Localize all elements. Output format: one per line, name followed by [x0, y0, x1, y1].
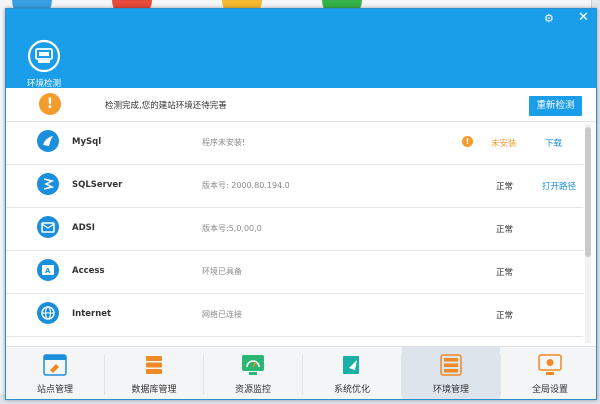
- row-status: 正常: [496, 182, 514, 192]
- row-status: 正常: [496, 225, 514, 235]
- scrollbar-thumb[interactable]: [585, 127, 591, 257]
- nav-system-optimize[interactable]: 系统优化: [303, 347, 401, 399]
- row-name: SQLServer: [72, 180, 123, 190]
- dolphin-icon: [37, 130, 59, 152]
- nav-label: 站点管理: [36, 385, 73, 395]
- env-check-icon: [27, 39, 61, 73]
- app-window: ⚙ ✕ 环境检测 ! 检测完成,您的建站环境还待完善 重新检测 MySql 程序…: [5, 8, 597, 400]
- svg-text:A: A: [45, 267, 51, 275]
- nav-site-manage[interactable]: 站点管理: [6, 347, 104, 399]
- row-desc: 版本号:5,0,00,0: [202, 224, 262, 233]
- list-item: SQLServer 版本号: 2000.80.194.0 正常 打开路径: [6, 165, 583, 208]
- row-name: Internet: [72, 309, 112, 319]
- database-manage-icon: [142, 354, 166, 376]
- adsi-icon: [37, 216, 59, 238]
- list-item: Internet 网络已连接 正常: [6, 294, 583, 337]
- globe-icon: [37, 302, 59, 324]
- recheck-button[interactable]: 重新检测: [529, 96, 582, 116]
- status-bar: ! 检测完成,您的建站环境还待完善 重新检测: [6, 88, 596, 122]
- row-desc: 程序未安装!: [202, 138, 246, 147]
- list-item: MySql 程序未安装! ! 未安装 下载: [6, 122, 583, 165]
- warning-icon: !: [39, 93, 61, 115]
- nav-label: 环境管理: [432, 385, 469, 395]
- site-manage-icon: [43, 354, 67, 376]
- list-item: A Access 环境已具备 正常: [6, 251, 583, 294]
- env-manage-icon: [439, 354, 463, 376]
- bottom-nav: 站点管理 数据库管理 资源监控 系统优化 环境管理 全局设置: [6, 346, 596, 399]
- global-settings-icon: [538, 354, 562, 376]
- warning-icon: !: [462, 136, 473, 147]
- nav-global-settings[interactable]: 全局设置: [501, 347, 596, 399]
- nav-label: 系统优化: [333, 385, 370, 395]
- row-status: 未安装: [491, 139, 517, 149]
- row-status: 正常: [496, 268, 514, 278]
- row-desc: 环境已具备: [202, 267, 242, 276]
- list-item: ADSI 版本号:5,0,00,0 正常: [6, 208, 583, 251]
- row-desc: 版本号: 2000.80.194.0: [202, 181, 290, 190]
- nav-env-manage[interactable]: 环境管理: [402, 347, 500, 399]
- row-desc: 网络已连接: [202, 310, 242, 319]
- row-name: ADSI: [72, 223, 95, 233]
- environment-list: MySql 程序未安装! ! 未安装 下载 SQLServer 版本号: 200…: [6, 122, 583, 343]
- row-name: Access: [72, 266, 105, 276]
- download-link[interactable]: 下载: [545, 137, 562, 149]
- row-status: 正常: [496, 311, 514, 321]
- sqlserver-icon: [37, 173, 59, 195]
- resource-monitor-icon: [241, 354, 265, 376]
- nav-label: 全局设置: [531, 385, 568, 395]
- nav-label: 资源监控: [234, 385, 271, 395]
- system-optimize-icon: [340, 354, 364, 376]
- nav-label: 数据库管理: [131, 385, 177, 395]
- row-name: MySql: [72, 137, 102, 147]
- status-message: 检测完成,您的建站环境还待完善: [105, 101, 227, 111]
- open-path-link[interactable]: 打开路径: [542, 180, 576, 192]
- close-icon[interactable]: ✕: [578, 10, 589, 25]
- brand[interactable]: 环境检测: [24, 39, 64, 89]
- nav-database-manage[interactable]: 数据库管理: [105, 347, 203, 399]
- access-icon: A: [37, 259, 59, 281]
- header: ⚙ ✕ 环境检测: [6, 9, 596, 89]
- nav-resource-monitor[interactable]: 资源监控: [204, 347, 302, 399]
- gear-icon[interactable]: ⚙: [544, 12, 554, 25]
